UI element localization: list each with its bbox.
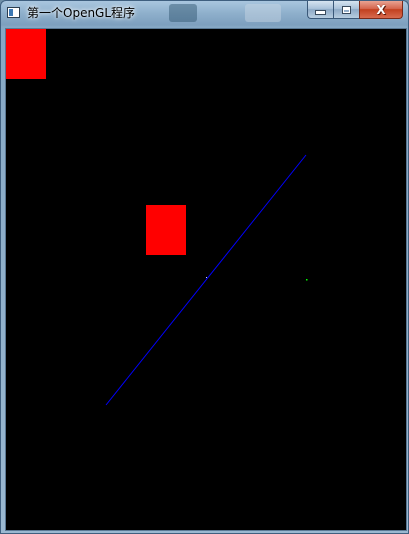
maximize-icon xyxy=(342,5,351,14)
title-bar[interactable]: 第一个OpenGL程序 X xyxy=(1,1,408,27)
close-icon: X xyxy=(376,2,386,17)
opengl-canvas[interactable] xyxy=(5,28,407,531)
minimize-button[interactable] xyxy=(307,1,333,19)
opengl-scene xyxy=(6,29,406,530)
caption-buttons: X xyxy=(307,1,403,19)
app-icon[interactable] xyxy=(7,7,20,18)
red-rectangle-top-left xyxy=(6,29,46,79)
close-button[interactable]: X xyxy=(359,1,403,19)
green-point xyxy=(306,279,308,281)
minimize-icon xyxy=(315,10,326,15)
red-rectangle-center xyxy=(146,205,186,255)
maximize-button[interactable] xyxy=(333,1,359,19)
window-title: 第一个OpenGL程序 xyxy=(27,6,136,20)
app-window: 第一个OpenGL程序 X xyxy=(0,0,409,534)
white-point xyxy=(206,277,207,278)
